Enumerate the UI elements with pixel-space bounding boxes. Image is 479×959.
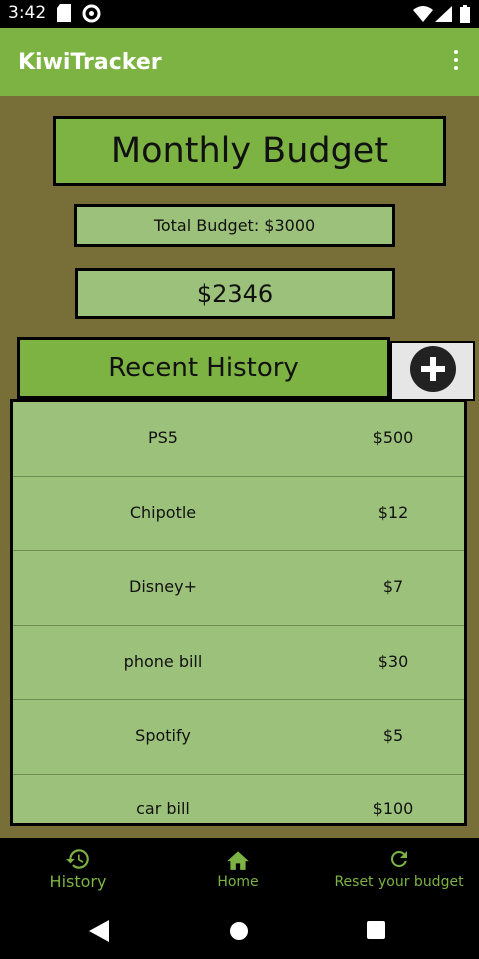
nav-home[interactable]: Home [188, 838, 288, 904]
nav-reset-label: Reset your budget [334, 874, 464, 890]
home-circle-icon[interactable] [229, 921, 249, 945]
list-item[interactable]: car bill $100 [13, 775, 464, 823]
list-item[interactable]: Chipotle $12 [13, 477, 464, 552]
signal-icon [435, 6, 452, 26]
add-expense-button[interactable] [390, 341, 475, 401]
item-amount: $12 [377, 502, 409, 522]
nav-history[interactable]: History [28, 838, 128, 904]
budget-title: Monthly Budget [53, 116, 446, 186]
refresh-icon [387, 846, 411, 872]
budget-title-text: Monthly Budget [110, 131, 389, 171]
battery-icon [460, 5, 470, 27]
nav-history-label: History [49, 872, 107, 891]
item-amount: $7 [382, 577, 404, 597]
item-amount: $100 [372, 798, 414, 818]
more-vert-icon[interactable] [451, 50, 461, 74]
recent-history-header: Recent History [17, 337, 390, 399]
list-item[interactable]: Spotify $5 [13, 700, 464, 775]
recent-history-title: Recent History [108, 353, 299, 383]
sd-card-icon [57, 4, 71, 26]
item-name: Spotify [135, 726, 191, 746]
bottom-nav: History Home Reset your budget [0, 838, 479, 904]
item-name: car bill [136, 798, 190, 818]
list-item[interactable]: Disney+ $7 [13, 551, 464, 626]
status-time: 3:42 [8, 3, 47, 23]
item-name: Disney+ [129, 577, 197, 597]
app-bar: KiwiTracker [0, 28, 479, 96]
recents-square-icon[interactable] [367, 921, 385, 943]
item-name: PS5 [148, 428, 178, 447]
item-amount: $500 [372, 428, 414, 447]
status-bar: 3:42 [0, 0, 479, 28]
item-name: Chipotle [129, 502, 197, 522]
history-icon [65, 846, 91, 872]
remaining-budget-box: $2346 [75, 268, 395, 319]
list-item[interactable]: phone bill $30 [13, 626, 464, 701]
nav-reset-budget[interactable]: Reset your budget [333, 838, 465, 904]
wifi-icon [413, 6, 433, 26]
nav-home-label: Home [217, 874, 259, 890]
total-budget-label: Total Budget: $3000 [153, 216, 316, 235]
system-nav-bar [0, 904, 479, 959]
remaining-budget-value: $2346 [196, 279, 274, 308]
list-item[interactable]: PS5 $500 [13, 402, 464, 477]
add-circle-icon [409, 346, 456, 396]
back-icon[interactable] [89, 920, 109, 946]
data-saver-icon [82, 4, 101, 27]
item-name: phone bill [123, 651, 203, 671]
home-icon [225, 846, 251, 872]
item-amount: $5 [382, 726, 404, 746]
item-amount: $30 [377, 651, 409, 671]
app-title: KiwiTracker [18, 50, 162, 75]
history-list[interactable]: PS5 $500 Chipotle $12 Disney+ $7 phone b… [10, 399, 467, 826]
total-budget-box: Total Budget: $3000 [74, 204, 395, 247]
